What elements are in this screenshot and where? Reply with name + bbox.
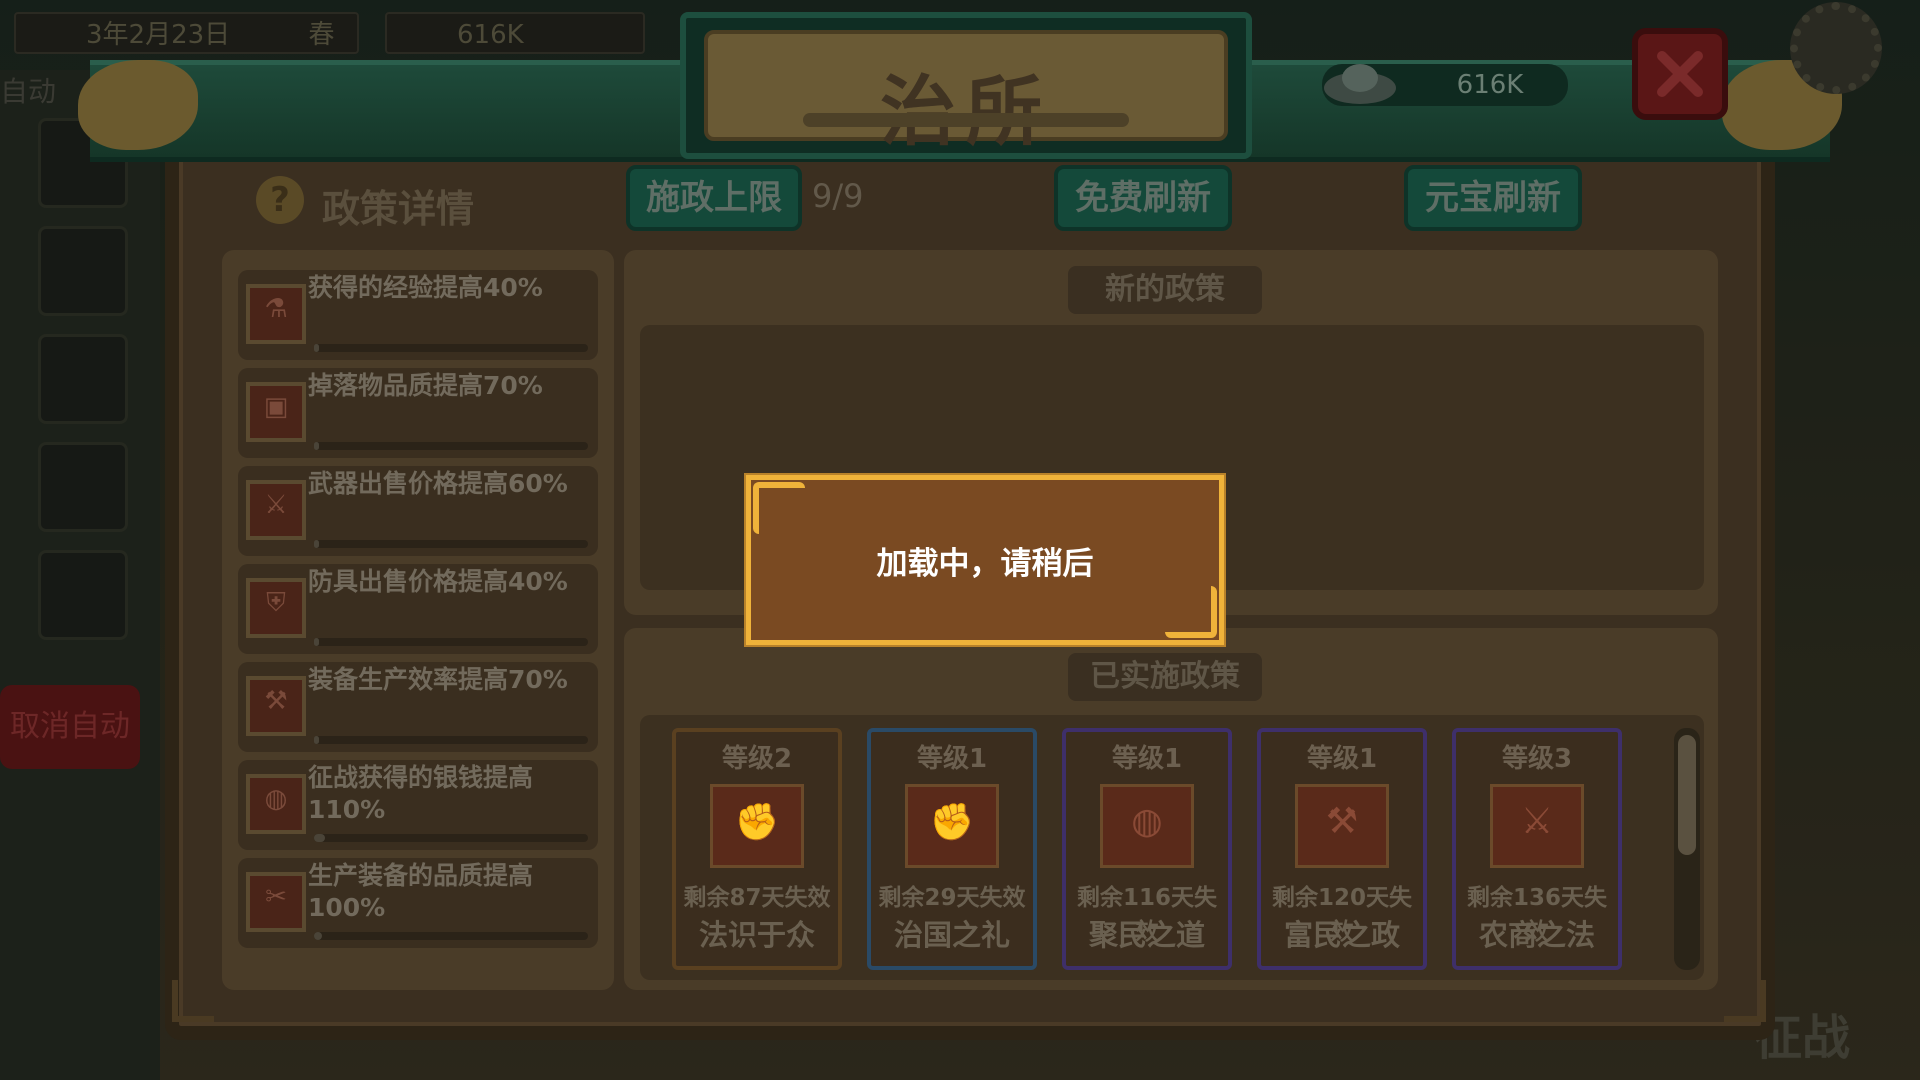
armor-icon: ⛨	[246, 578, 306, 638]
currency-amount: 616K	[1456, 70, 1524, 100]
auto-label: 自动	[0, 75, 57, 108]
dialog-title: 治所	[880, 67, 1052, 156]
policy-item[interactable]: ⚔ 武器出售价格提高60%	[238, 466, 598, 556]
card-level: 等级1	[1111, 744, 1183, 774]
policy-progress-fill	[314, 442, 320, 450]
policy-description: 生产装备的品质提高100%	[308, 861, 534, 922]
card-remaining-days: 剩余87天失效	[683, 885, 831, 911]
policy-progress-bar	[314, 638, 588, 646]
corner-ornament	[172, 980, 214, 1022]
card-policy-name: 法识于众	[698, 918, 815, 952]
implemented-policy-card[interactable]: 等级1 ◍ 剩余116天失效 聚民之道	[1062, 728, 1232, 970]
policy-item[interactable]: ⛨ 防具出售价格提高40%	[238, 564, 598, 654]
policy-progress-fill	[314, 638, 320, 646]
potion-icon: ⚗	[246, 284, 306, 344]
scrollbar-thumb[interactable]	[1678, 735, 1696, 855]
card-policy-name: 富民之政	[1283, 918, 1400, 952]
help-icon[interactable]: ?	[256, 176, 304, 224]
portrait-slot[interactable]	[38, 226, 128, 316]
implemented-policy-card[interactable]: 等级3 ⚔ 剩余136天失效 农商之法	[1452, 728, 1622, 970]
implemented-policy-card[interactable]: 等级1 ✊ 剩余29天失效治国之礼	[867, 728, 1037, 970]
implemented-policy-card[interactable]: 等级2 ✊ 剩余87天失效法识于众	[672, 728, 842, 970]
tools-icon: ✂	[246, 872, 306, 932]
card-policy-name: 治国之礼	[893, 918, 1010, 952]
top-silver-display: 616K	[385, 12, 645, 54]
policy-progress-bar	[314, 344, 588, 352]
close-icon	[1657, 51, 1703, 97]
policy-progress-bar	[314, 834, 588, 842]
chest-icon: ▣	[246, 382, 306, 442]
card-level: 等级3	[1501, 744, 1573, 774]
loading-dialog: 加载中，请稍后	[746, 475, 1224, 645]
fist-icon: ✊	[710, 784, 804, 868]
policy-limit-count: 9/9	[812, 177, 864, 215]
policy-description: 装备生产效率提高70%	[308, 665, 568, 694]
policy-description: 获得的经验提高40%	[308, 273, 543, 302]
top-silver-text: 616K	[457, 20, 524, 50]
corner-ornament	[1165, 586, 1217, 638]
policy-progress-fill	[314, 834, 325, 842]
portrait-slot[interactable]	[38, 334, 128, 424]
policy-item[interactable]: ▣ 掉落物品质提高70%	[238, 368, 598, 458]
card-level: 等级1	[916, 744, 988, 774]
policy-progress-fill	[314, 344, 320, 352]
sword-icon: ⚔	[1490, 784, 1584, 868]
season-text: 春	[308, 20, 335, 50]
free-refresh-button[interactable]: 免费刷新	[1054, 165, 1232, 231]
portrait-slot[interactable]	[38, 550, 128, 640]
cloud-ornament-left	[78, 60, 198, 150]
policy-item[interactable]: ✂ 生产装备的品质提高100%	[238, 858, 598, 948]
silver-ingot-icon	[1324, 64, 1396, 104]
card-level: 等级1	[1306, 744, 1378, 774]
implemented-policies-label: 已实施政策	[1068, 653, 1262, 701]
sword-icon: ⚔	[246, 480, 306, 540]
card-policy-name: 农商之法	[1478, 918, 1595, 952]
policy-progress-fill	[314, 540, 320, 548]
policy-progress-bar	[314, 932, 588, 940]
policy-item[interactable]: ⚗ 获得的经验提高40%	[238, 270, 598, 360]
hammer-icon: ⚒	[246, 676, 306, 736]
loading-message: 加载中，请稍后	[876, 546, 1094, 582]
policy-description: 武器出售价格提高60%	[308, 469, 568, 498]
policy-description: 防具出售价格提高40%	[308, 567, 568, 596]
implemented-policy-card[interactable]: 等级1 ⚒ 剩余120天失效 富民之政	[1257, 728, 1427, 970]
hammer-icon: ⚒	[1295, 784, 1389, 868]
policy-item[interactable]: ⚒ 装备生产效率提高70%	[238, 662, 598, 752]
policy-progress-bar	[314, 442, 588, 450]
policy-limit-button[interactable]: 施政上限	[626, 165, 802, 231]
money-bag-icon: ◍	[1100, 784, 1194, 868]
card-remaining-days: 剩余29天失效	[878, 885, 1026, 911]
date-text: 3年2月23日	[86, 20, 231, 50]
new-policies-label: 新的政策	[1068, 266, 1262, 314]
close-button[interactable]	[1632, 28, 1728, 120]
policy-progress-fill	[314, 932, 323, 940]
card-level: 等级2	[721, 744, 793, 774]
corner-ornament	[753, 482, 805, 534]
policy-item[interactable]: ◍ 征战获得的银钱提高110%	[238, 760, 598, 850]
fist-icon: ✊	[905, 784, 999, 868]
money-bag-icon: ◍	[246, 774, 306, 834]
policy-description: 征战获得的银钱提高110%	[308, 763, 534, 824]
corner-ornament	[1724, 980, 1766, 1022]
policy-progress-bar	[314, 736, 588, 744]
policy-progress-bar	[314, 540, 588, 548]
cancel-auto-button[interactable]: 取消自动	[0, 685, 140, 769]
gold-refresh-button[interactable]: 元宝刷新	[1404, 165, 1582, 231]
gear-icon[interactable]	[1790, 2, 1882, 94]
policy-progress-fill	[314, 736, 320, 744]
title-plaque: 治所	[680, 12, 1252, 159]
date-display: 3年2月23日 春	[14, 12, 359, 54]
policy-details-title: 政策详情	[322, 187, 475, 231]
policy-description: 掉落物品质提高70%	[308, 371, 543, 400]
portrait-slot[interactable]	[38, 442, 128, 532]
card-policy-name: 聚民之道	[1088, 918, 1205, 952]
